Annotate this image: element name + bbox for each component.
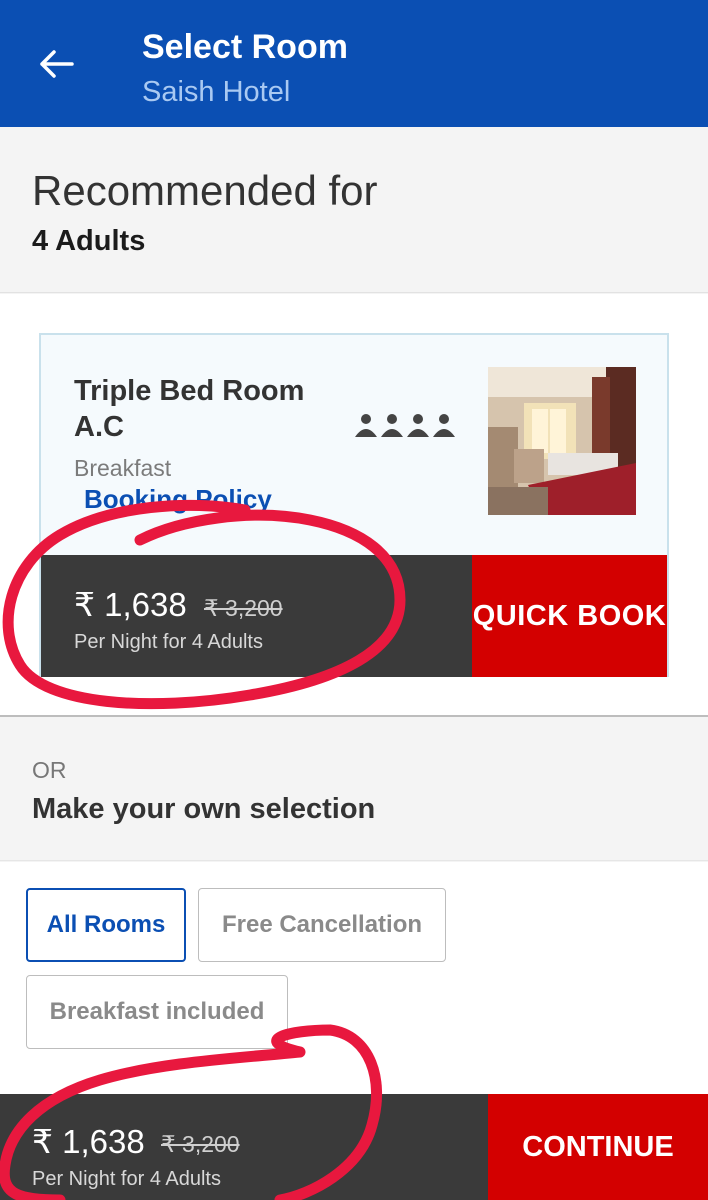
filter-free-cancellation[interactable]: Free Cancellation xyxy=(198,888,446,962)
or-label: OR xyxy=(32,757,67,783)
page-title: Select Room xyxy=(142,28,348,66)
back-button[interactable] xyxy=(28,36,84,92)
filter-all-rooms[interactable]: All Rooms xyxy=(26,888,186,962)
app-bar: Select Room Saish Hotel xyxy=(0,0,708,127)
recommended-title: Recommended for xyxy=(32,167,378,214)
room-price: ₹ 1,638 xyxy=(74,586,187,623)
room-price-note: Per Night for 4 Adults xyxy=(74,631,263,653)
booking-policy-link[interactable]: Booking Policy xyxy=(84,484,272,515)
hotel-name: Saish Hotel xyxy=(142,76,291,108)
person-icon xyxy=(433,414,455,437)
recommended-card-area: Triple Bed Room A.C Breakfast Booking Po… xyxy=(0,294,708,717)
quick-book-button[interactable]: QUICK BOOK xyxy=(472,555,667,677)
recommended-guests: 4 Adults xyxy=(32,225,146,257)
room-name: Triple Bed Room A.C xyxy=(74,375,305,443)
room-original-price: ₹ 3,200 xyxy=(204,595,283,621)
continue-button[interactable]: CONTINUE xyxy=(488,1094,708,1200)
meal-plan: Breakfast xyxy=(74,455,172,481)
bottom-price-note: Per Night for 4 Adults xyxy=(32,1168,221,1190)
own-selection-section: OR Make your own selection xyxy=(0,719,708,861)
guest-count-icons xyxy=(354,413,456,437)
price-bar: ₹ 1,638 ₹ 3,200 Per Night for 4 Adults xyxy=(41,555,472,677)
own-selection-title: Make your own selection xyxy=(32,793,376,825)
room-photo[interactable] xyxy=(488,367,636,515)
recommended-section: Recommended for 4 Adults xyxy=(0,127,708,293)
person-icon xyxy=(381,414,403,437)
arrow-left-icon xyxy=(40,50,74,78)
room-card[interactable]: Triple Bed Room A.C Breakfast Booking Po… xyxy=(39,333,669,677)
filter-breakfast-included[interactable]: Breakfast included xyxy=(26,975,288,1049)
bottom-price-bar: ₹ 1,638 ₹ 3,200 Per Night for 4 Adults xyxy=(0,1094,488,1200)
person-icon xyxy=(407,414,429,437)
bottom-price: ₹ 1,638 xyxy=(32,1123,145,1160)
bottom-original-price: ₹ 3,200 xyxy=(161,1131,240,1157)
filter-section: All Rooms Free Cancellation Breakfast in… xyxy=(0,862,708,1094)
person-icon xyxy=(355,414,377,437)
